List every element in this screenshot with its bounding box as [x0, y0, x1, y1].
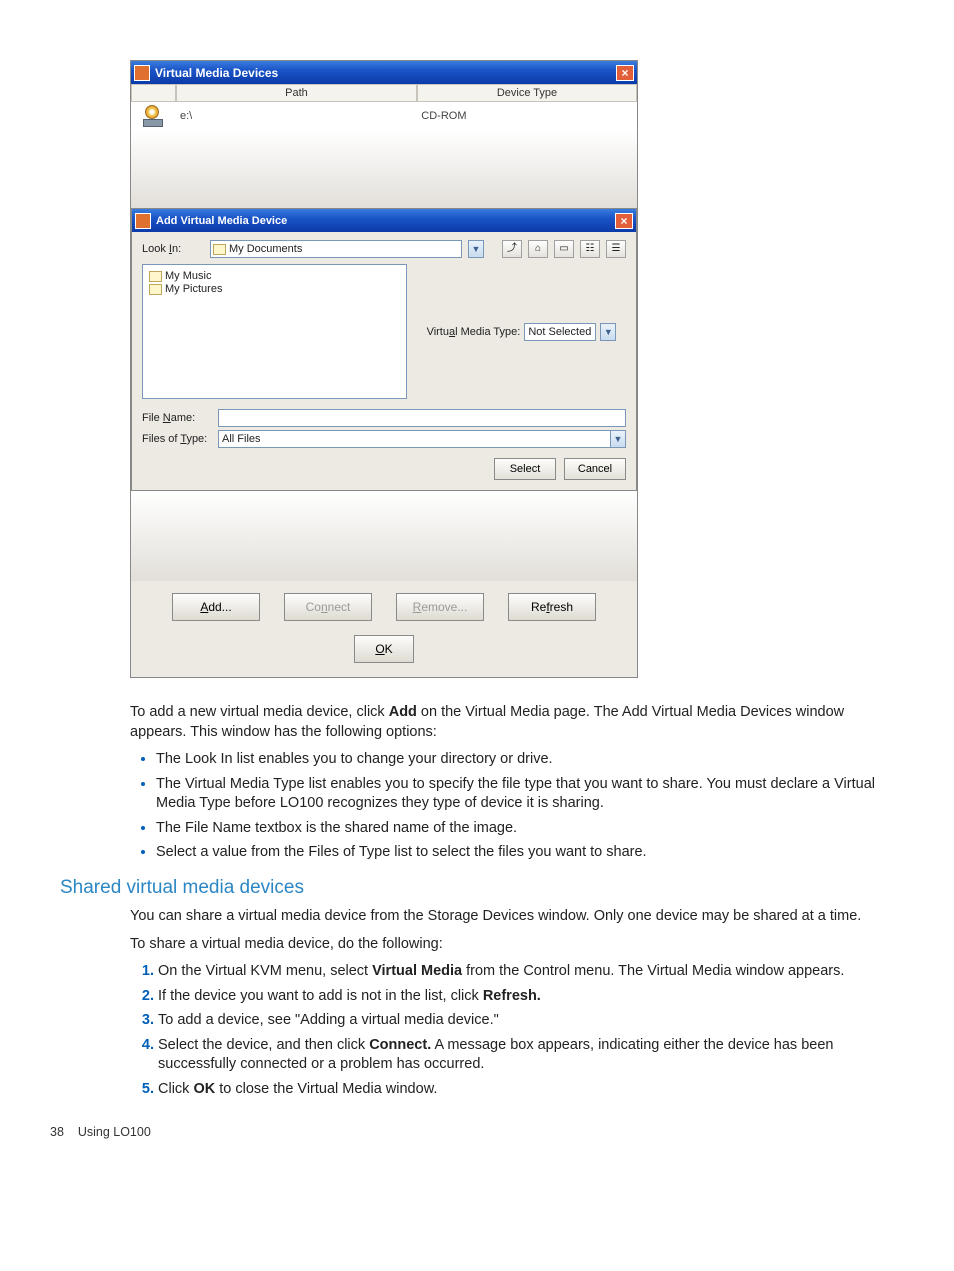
device-type: CD-ROM — [417, 110, 637, 122]
home-icon[interactable]: ⌂ — [528, 240, 548, 258]
select-button[interactable]: Select — [494, 458, 556, 480]
lower-empty-area — [131, 491, 637, 581]
remove-button[interactable]: Remove... — [396, 593, 484, 621]
app-icon — [134, 65, 150, 81]
bullet-item: The Virtual Media Type list enables you … — [156, 775, 894, 814]
device-table-header: Path Device Type — [131, 84, 637, 102]
step-item: Select the device, and then click Connec… — [158, 1036, 894, 1075]
step-item: On the Virtual KVM menu, select Virtual … — [158, 962, 894, 982]
page-footer: 38 Using LO100 — [50, 1125, 904, 1139]
section-heading: Shared virtual media devices — [60, 877, 904, 899]
close-icon[interactable]: × — [615, 213, 633, 229]
file-name-label: File Name: — [142, 412, 212, 424]
cancel-button[interactable]: Cancel — [564, 458, 626, 480]
add-dialog-titlebar: Add Virtual Media Device × — [132, 209, 636, 232]
bullet-item: Select a value from the Files of Type li… — [156, 843, 894, 863]
list-item[interactable]: My Music — [149, 270, 400, 282]
file-name-input[interactable] — [218, 409, 626, 427]
new-folder-icon[interactable]: ▭ — [554, 240, 574, 258]
page-number: 38 — [50, 1125, 64, 1139]
paragraph: You can share a virtual media device fro… — [130, 907, 894, 927]
vm-type-value: Not Selected — [528, 326, 591, 338]
list-item[interactable]: My Pictures — [149, 283, 400, 295]
step-item: If the device you want to add is not in … — [158, 987, 894, 1007]
col-icon — [131, 84, 176, 102]
list-view-icon[interactable]: ☷ — [580, 240, 600, 258]
files-of-type-label: Files of Type: — [142, 433, 212, 445]
col-device-type: Device Type — [417, 84, 637, 102]
app-icon — [135, 213, 151, 229]
vmd-titlebar: Virtual Media Devices × — [131, 61, 637, 84]
step-item: Click OK to close the Virtual Media wind… — [158, 1080, 894, 1100]
add-button[interactable]: Add... — [172, 593, 260, 621]
vm-type-select[interactable]: Not Selected — [524, 323, 596, 341]
refresh-button[interactable]: Refresh — [508, 593, 596, 621]
folder-icon — [213, 244, 226, 255]
cdrom-icon — [131, 105, 176, 127]
vm-type-label: Virtual Media Type: — [427, 326, 521, 338]
up-folder-icon[interactable]: ⤴ — [502, 240, 522, 258]
bullet-item: The Look In list enables you to change y… — [156, 750, 894, 770]
page-section: Using LO100 — [78, 1125, 151, 1139]
look-in-dropdown-arrow[interactable]: ▼ — [468, 240, 484, 258]
document-body: To add a new virtual media device, click… — [130, 703, 894, 863]
device-row[interactable]: e:\ CD-ROM — [131, 102, 637, 130]
ok-button[interactable]: OK — [354, 635, 414, 663]
paragraph: To share a virtual media device, do the … — [130, 935, 894, 955]
intro-paragraph: To add a new virtual media device, click… — [130, 703, 894, 742]
add-virtual-media-dialog: Add Virtual Media Device × Look In: My D… — [131, 208, 637, 491]
device-path: e:\ — [176, 110, 417, 122]
files-of-type-dropdown-arrow[interactable]: ▼ — [610, 430, 626, 448]
virtual-media-devices-window: Virtual Media Devices × Path Device Type… — [130, 60, 638, 678]
look-in-value: My Documents — [229, 243, 302, 255]
close-icon[interactable]: × — [616, 65, 634, 81]
section-body: You can share a virtual media device fro… — [130, 907, 894, 1100]
folder-icon — [149, 284, 162, 295]
folder-icon — [149, 271, 162, 282]
device-list-empty-area — [131, 130, 637, 208]
connect-button[interactable]: Connect — [284, 593, 372, 621]
look-in-label: Look In: — [142, 243, 204, 255]
add-dialog-title: Add Virtual Media Device — [156, 215, 615, 227]
files-of-type-select[interactable]: All Files — [218, 430, 610, 448]
col-path: Path — [176, 84, 417, 102]
step-item: To add a device, see "Adding a virtual m… — [158, 1011, 894, 1031]
details-view-icon[interactable]: ☰ — [606, 240, 626, 258]
vmd-title: Virtual Media Devices — [155, 66, 616, 80]
bullet-item: The File Name textbox is the shared name… — [156, 819, 894, 839]
file-browser-list[interactable]: My Music My Pictures — [142, 264, 407, 399]
vm-type-dropdown-arrow[interactable]: ▼ — [600, 323, 616, 341]
look-in-combo[interactable]: My Documents — [210, 240, 462, 258]
